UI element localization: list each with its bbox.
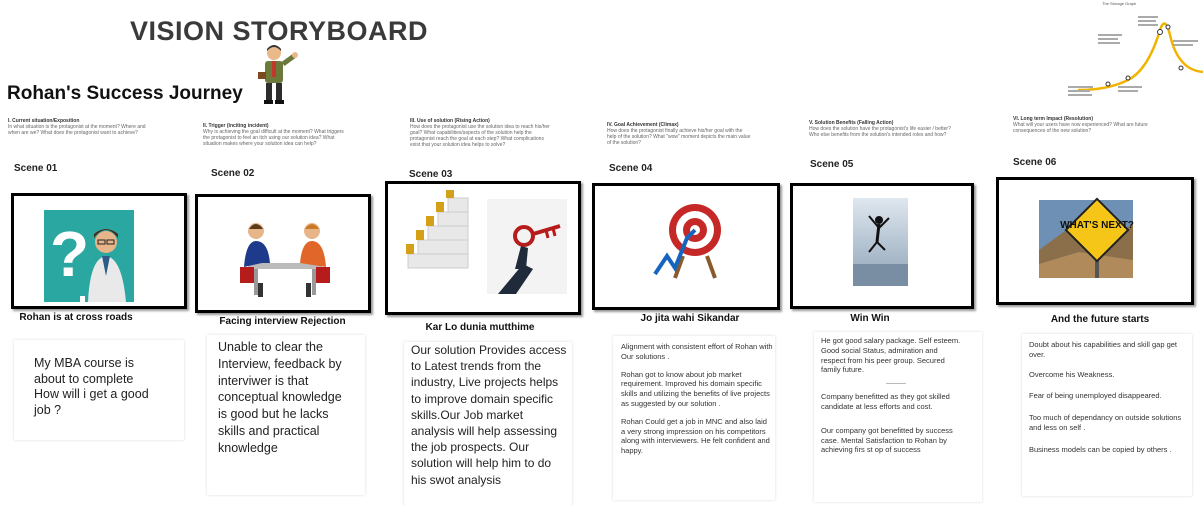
- scene-04-caption: Jo jita wahi Sikandar: [640, 313, 740, 324]
- jumping-man-image: [853, 198, 908, 286]
- scene-03-frame[interactable]: [385, 181, 581, 315]
- stairs-and-key-image: [406, 190, 567, 294]
- scene-04-story-card: Alignment with consistent effort of Roha…: [613, 336, 775, 500]
- scene-01-story-card: My MBA course is about to complete How w…: [14, 340, 184, 440]
- scene-06-caption: And the future starts: [1050, 314, 1150, 325]
- scene-04-prompt: IV. Goal Achievement (Climax) How does t…: [607, 122, 752, 146]
- scene-02-prompt: II. Trigger (Inciting incident) Why is a…: [203, 123, 348, 147]
- scene-05-question-text: How does the solution have the protagoni…: [809, 126, 951, 138]
- scene-02-frame[interactable]: [195, 194, 371, 313]
- scene-06-prompt: VI. Long term Impact (Resolution) What w…: [1013, 116, 1158, 134]
- scene-03-prompt: III. Use of solution (Rising Action) How…: [410, 118, 555, 148]
- scene-04-label: Scene 04: [609, 163, 653, 174]
- scene-05-caption: Win Win: [850, 313, 890, 324]
- confused-man-image: ?: [44, 210, 134, 302]
- scene-01-story: My MBA course is about to complete How w…: [34, 356, 149, 417]
- scene-01-frame[interactable]: ?: [11, 193, 187, 309]
- scene-02-caption: Facing interview Rejection: [219, 316, 346, 327]
- scene-06-question-text: What will your users have now experience…: [1013, 122, 1148, 134]
- scene-04-story-paragraph: Rohan Could get a job in MNC and also la…: [621, 416, 770, 456]
- scene-02-story: Unable to clear the Interview, feedback …: [218, 340, 342, 455]
- scene-03-question-text: How does the protagonist use the solutio…: [410, 124, 550, 148]
- whats-next-sign-text: WHAT'S NEXT?: [1060, 220, 1134, 231]
- whats-next-sign-image: WHAT'S NEXT?: [1039, 197, 1134, 278]
- scene-03-label: Scene 03: [409, 169, 453, 180]
- scene-01-caption: Rohan is at cross roads: [19, 312, 133, 323]
- scene-02-question-text: Why is achieving the goal difficult at t…: [203, 129, 344, 147]
- scene-05-prompt: V. Solution Benefits (Falling Action) Ho…: [809, 120, 954, 138]
- scene-03-story-card: Our solution Provides access to Latest t…: [404, 342, 572, 506]
- scene-01-prompt: I. Current situation/Exposition In what …: [8, 118, 153, 136]
- scene-04-frame[interactable]: [592, 183, 780, 310]
- scene-03-story: Our solution Provides access to Latest t…: [411, 343, 567, 487]
- scene-02-story-card: Unable to clear the Interview, feedback …: [207, 335, 365, 495]
- scene-06-frame[interactable]: WHAT'S NEXT?: [996, 177, 1194, 305]
- scene-05-frame[interactable]: [790, 183, 974, 309]
- svg-text:?: ?: [50, 218, 89, 290]
- scene-05-story-card: He got good salary package. Self esteem.…: [814, 332, 982, 502]
- scene-04-story-paragraph: Alignment with consistent effort of Roha…: [621, 342, 773, 361]
- scene-01-label: Scene 01: [14, 163, 58, 174]
- scene-04-story-paragraph: Rohan got to know about job market requi…: [621, 369, 770, 408]
- target-image: [653, 204, 721, 279]
- scene-06-story-paragraph: Doubt about his capabilities and skill g…: [1029, 340, 1178, 359]
- storage-graph-thumbnail: The Storage Graph: [1068, 0, 1203, 110]
- scene-03-caption: Kar Lo dunia mutthime: [425, 322, 535, 333]
- scene-05-divider: [886, 383, 906, 385]
- scene-06-story-paragraph: Business models can be copied by others …: [1029, 444, 1172, 454]
- scene-05-story-paragraph: He got good salary package. Self esteem.…: [821, 336, 961, 375]
- storyboard-subtitle: Rohan's Success Journey: [7, 83, 243, 104]
- scene-06-story-paragraph: Overcome his Weakness.: [1029, 369, 1115, 379]
- scene-05-label: Scene 05: [810, 159, 854, 170]
- storage-graph-curve: [1068, 16, 1203, 96]
- scene-02-label: Scene 02: [211, 168, 255, 179]
- scene-06-label: Scene 06: [1013, 157, 1057, 168]
- interview-image: [240, 223, 330, 297]
- businessman-mascot-icon: [258, 45, 298, 104]
- scene-04-question-text: How does the protagonist finally achieve…: [607, 128, 751, 146]
- scene-05-story-paragraph: Our company got benefitted by success ca…: [821, 425, 953, 455]
- scene-01-question-text: In what situation is the protagonist at …: [8, 124, 146, 136]
- scene-06-story-paragraph: Fear of being unemployed disappeared.: [1029, 391, 1162, 401]
- page-title: VISION STORYBOARD: [130, 16, 429, 46]
- scene-06-story-paragraph: Too much of dependancy on outside soluti…: [1029, 413, 1182, 432]
- scene-05-story-paragraph: Company benefitted as they got skilled c…: [821, 392, 950, 411]
- scene-06-story-card: Doubt about his capabilities and skill g…: [1022, 334, 1192, 496]
